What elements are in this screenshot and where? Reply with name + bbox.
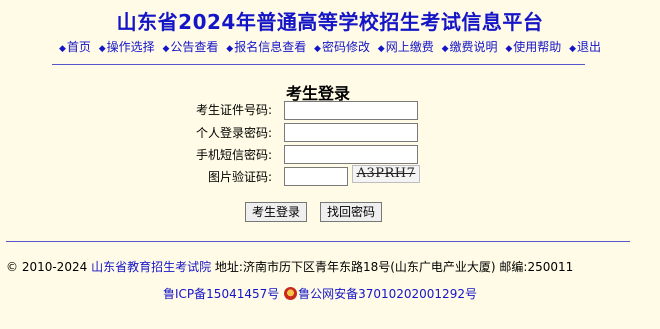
bullet-icon: ◆: [98, 44, 106, 54]
bullet-icon: ◆: [162, 44, 170, 54]
nav-item-change-password[interactable]: ◆密码修改: [314, 40, 370, 54]
captcha-image[interactable]: A3PRH7: [352, 165, 420, 183]
nav-item-operation[interactable]: ◆操作选择: [99, 40, 155, 54]
bullet-icon: ◆: [58, 44, 66, 54]
captcha-input[interactable]: [284, 167, 348, 186]
id-number-label: 考生证件号码:: [195, 103, 272, 117]
nav-item-announcements[interactable]: ◆公告查看: [163, 40, 219, 54]
nav-item-home[interactable]: ◆首页: [59, 40, 91, 54]
password-input[interactable]: [284, 123, 418, 142]
nav-item-payment-help[interactable]: ◆缴费说明: [442, 40, 498, 54]
nav-item-usage-help[interactable]: ◆使用帮助: [505, 40, 561, 54]
login-button[interactable]: 考生登录: [245, 202, 308, 222]
footer-info: © 2010-2024 山东省教育招生考试院 地址:济南市历下区青年东路18号(…: [6, 258, 646, 275]
bottom-divider: [6, 241, 630, 242]
address-text: 地址:济南市历下区青年东路18号(山东广电产业大厦) 邮编:250011: [214, 260, 574, 274]
police-badge-icon: [284, 287, 298, 300]
footer-records: 鲁ICP备15041457号 鲁公网安备37010202001292号: [0, 285, 640, 302]
bullet-icon: ◆: [441, 44, 449, 54]
retrieve-password-button[interactable]: 找回密码: [320, 202, 383, 222]
sms-code-label: 手机短信密码:: [195, 148, 272, 162]
copyright-text: © 2010-2024: [6, 260, 88, 274]
org-link[interactable]: 山东省教育招生考试院: [91, 260, 211, 274]
captcha-label: 图片验证码:: [207, 170, 272, 184]
icp-link[interactable]: 鲁ICP备15041457号: [163, 287, 279, 301]
nav-item-registration-info[interactable]: ◆报名信息查看: [226, 40, 306, 54]
bullet-icon: ◆: [377, 44, 385, 54]
nav-item-online-payment[interactable]: ◆网上缴费: [378, 40, 434, 54]
bullet-icon: ◆: [226, 44, 234, 54]
password-label: 个人登录密码:: [195, 126, 272, 140]
top-divider: [52, 64, 585, 65]
top-nav: ◆首页 ◆操作选择 ◆公告查看 ◆报名信息查看 ◆密码修改 ◆网上缴费 ◆缴费说…: [0, 38, 660, 55]
nav-item-logout[interactable]: ◆退出: [569, 40, 601, 54]
id-number-input[interactable]: [284, 101, 418, 120]
police-record-link[interactable]: 鲁公网安备37010202001292号: [298, 287, 477, 301]
bullet-icon: ◆: [569, 44, 577, 54]
page-title: 山东省2024年普通高等学校招生考试信息平台: [116, 10, 544, 34]
bullet-icon: ◆: [314, 44, 321, 54]
bullet-icon: ◆: [505, 44, 513, 54]
sms-code-input[interactable]: [284, 145, 418, 164]
